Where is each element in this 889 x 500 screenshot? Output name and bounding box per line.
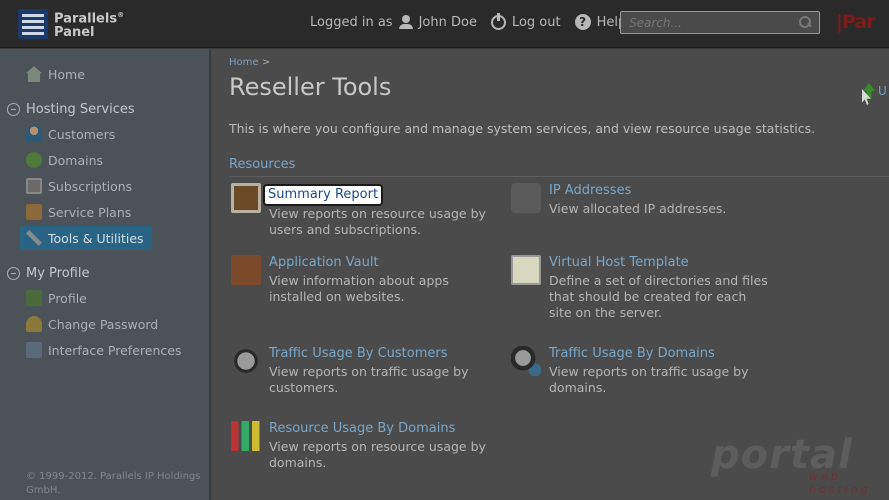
preferences-icon: [26, 342, 42, 358]
logo-line2: Panel: [54, 24, 95, 40]
collapse-icon: [7, 102, 20, 116]
tool-description: View reports on resource usage by users …: [269, 206, 486, 237]
network-icon: [511, 183, 541, 213]
tool-virtual-host-template: Virtual Host Template Define a set of di…: [511, 255, 771, 321]
sidebar-item-tools-utilities[interactable]: Tools & Utilities: [20, 226, 152, 250]
brand-logo-right: |Par: [836, 11, 876, 33]
globe-icon: [26, 152, 42, 168]
clipboard-check-icon: [231, 183, 261, 213]
watermark-tagline: web hosting: [809, 470, 871, 496]
logo-registered: ®: [117, 11, 125, 20]
sidebar-item-service-plans[interactable]: Service Plans: [26, 200, 131, 224]
search-box: [620, 11, 820, 34]
tool-description: View reports on resource usage by domain…: [269, 439, 486, 470]
tool-description: View allocated IP addresses.: [549, 201, 727, 216]
breadcrumb: Home >: [229, 57, 270, 68]
sidebar-item-label: Subscriptions: [48, 178, 133, 194]
parallels-logo-icon: [18, 9, 48, 39]
sidebar-group-label: My Profile: [26, 265, 90, 281]
tool-title-link[interactable]: Summary Report: [265, 186, 382, 204]
profile-icon: [26, 290, 42, 306]
sidebar-item-label: Tools & Utilities: [48, 230, 144, 246]
sidebar-item-label: Interface Preferences: [48, 342, 182, 358]
up-level-label: U: [878, 84, 887, 98]
sidebar-group-label: Hosting Services: [26, 101, 135, 117]
logout-link[interactable]: Log out: [512, 15, 561, 30]
parallels-logo[interactable]: Parallels® Panel: [18, 9, 124, 39]
main-content: Home > Reseller Tools U This is where yo…: [211, 49, 889, 500]
tool-title-link[interactable]: Resource Usage By Domains: [269, 421, 491, 437]
tool-title-link[interactable]: Traffic Usage By Customers: [269, 346, 491, 362]
sidebar-item-interface-preferences[interactable]: Interface Preferences: [26, 338, 181, 362]
sidebar-item-home[interactable]: Home: [26, 62, 85, 86]
section-divider: [229, 176, 889, 177]
tool-title-link[interactable]: Traffic Usage By Domains: [549, 346, 771, 362]
sidebar-item-change-password[interactable]: Change Password: [26, 312, 158, 336]
breadcrumb-separator: >: [261, 57, 271, 68]
logged-in-label: Logged in as: [310, 14, 393, 30]
tool-traffic-usage-by-customers: Traffic Usage By Customers View reports …: [231, 346, 491, 396]
sidebar-item-label: Domains: [48, 152, 104, 168]
tool-application-vault: Application Vault View information about…: [231, 255, 501, 305]
sidebar-item-subscriptions[interactable]: Subscriptions: [26, 174, 132, 198]
sidebar-item-label: Profile: [48, 290, 87, 306]
sidebar: Home Hosting Services Customers Domains …: [0, 49, 210, 500]
subscriptions-icon: [26, 178, 42, 194]
sidebar-group-my-profile[interactable]: My Profile: [7, 261, 89, 285]
user-name-link[interactable]: John Doe: [419, 15, 477, 30]
home-icon: [26, 66, 42, 82]
sidebar-item-label: Service Plans: [48, 204, 132, 220]
tool-ip-addresses: IP Addresses View allocated IP addresses…: [511, 183, 771, 217]
tool-description: View reports on traffic usage by domains…: [549, 364, 749, 395]
tool-description: View information about apps installed on…: [269, 273, 449, 304]
copyright: © 1999-2012. Parallels IP Holdings GmbH.: [26, 471, 201, 496]
sidebar-group-hosting-services[interactable]: Hosting Services: [7, 97, 135, 121]
service-plans-icon: [26, 204, 42, 220]
section-title-resources: Resources: [229, 157, 296, 172]
sidebar-item-profile[interactable]: Profile: [26, 286, 87, 310]
breadcrumb-home-link[interactable]: Home: [229, 57, 259, 68]
traffic-globe-icon: [511, 346, 541, 376]
sidebar-item-domains[interactable]: Domains: [26, 148, 103, 172]
intro-text: This is where you configure and manage s…: [229, 121, 816, 136]
sidebar-item-label: Home: [48, 66, 85, 82]
vault-icon: [231, 255, 261, 285]
top-links: Logged in as John Doe Log out ? Help: [310, 12, 626, 30]
tool-title-link[interactable]: Application Vault: [269, 255, 501, 271]
customers-icon: [26, 126, 42, 142]
key-icon: [26, 316, 42, 332]
top-bar: Parallels® Panel Logged in as John Doe L…: [0, 0, 889, 48]
bar-chart-icon: [231, 421, 261, 451]
sidebar-item-label: Customers: [48, 126, 116, 142]
collapse-icon: [7, 266, 20, 280]
user-icon: [398, 15, 413, 29]
tool-title-link[interactable]: Virtual Host Template: [549, 255, 771, 271]
tool-traffic-usage-by-domains: Traffic Usage By Domains View reports on…: [511, 346, 771, 396]
sidebar-item-label: Change Password: [48, 316, 159, 332]
power-icon: [490, 12, 506, 30]
traffic-gauge-icon: [231, 346, 261, 376]
tool-title-link[interactable]: IP Addresses: [549, 183, 726, 199]
tools-icon: [26, 230, 42, 246]
document-globe-icon: [511, 255, 541, 285]
search-input[interactable]: [621, 12, 791, 34]
page-title: Reseller Tools: [229, 73, 392, 101]
tool-description: View reports on traffic usage by custome…: [269, 364, 469, 395]
tool-resource-usage-by-domains: Resource Usage By Domains View reports o…: [231, 421, 491, 471]
tool-summary-report: Summary Report View reports on resource …: [231, 183, 491, 238]
sidebar-item-customers[interactable]: Customers: [26, 122, 115, 146]
search-icon[interactable]: [799, 16, 811, 28]
tool-description: Define a set of directories and files th…: [549, 273, 768, 320]
help-icon: ?: [574, 14, 591, 30]
